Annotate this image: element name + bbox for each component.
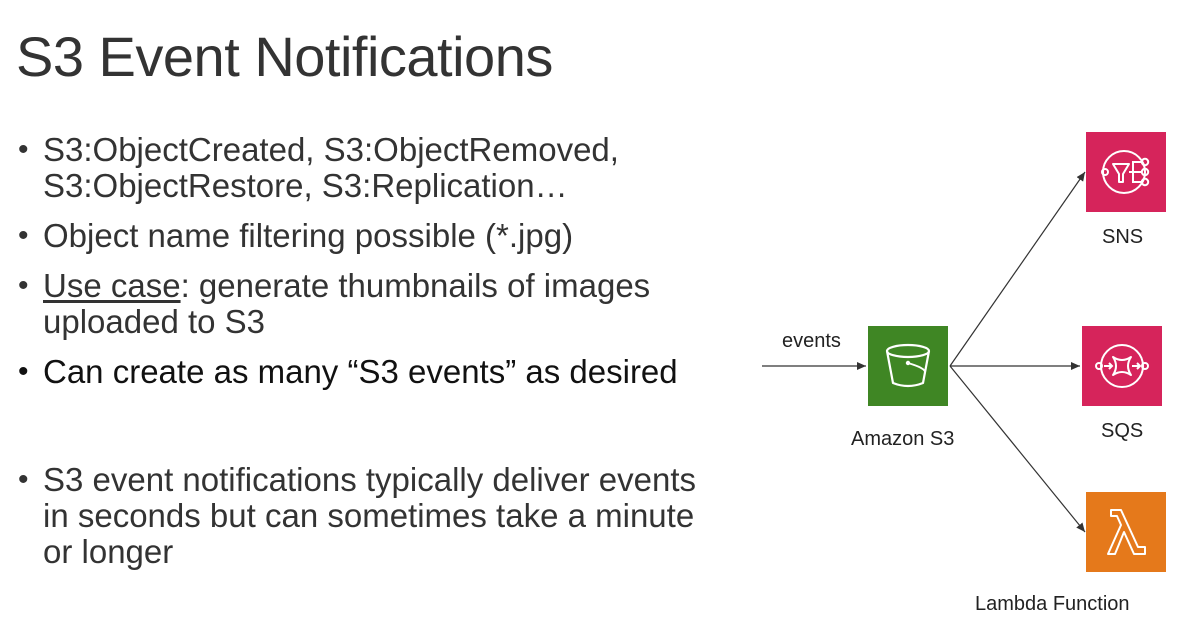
bullet-line: : generate thumbnails of images <box>180 267 651 304</box>
bullet-dot: • <box>18 355 29 388</box>
use-case-label: Use case <box>43 267 181 304</box>
bullet-use-case: • Use case: generate thumbnails of image… <box>18 268 748 340</box>
lambda-function-label: Lambda Function <box>975 593 1130 615</box>
events-label: events <box>782 330 841 352</box>
bullet-line: or longer <box>43 533 174 570</box>
sns-label: SNS <box>1102 226 1144 248</box>
bullet-dot: • <box>18 269 29 302</box>
bullet-text: Can create as many “S3 events” as desire… <box>43 353 678 390</box>
bullet-text: S3 event notifications typically deliver… <box>43 462 748 570</box>
icon-bg <box>1082 326 1162 406</box>
bullet-delivery-time: • S3 event notifications typically deliv… <box>18 462 748 570</box>
bullet-list: • S3:ObjectCreated, S3:ObjectRemoved, S3… <box>18 132 748 570</box>
bullet-event-types: • S3:ObjectCreated, S3:ObjectRemoved, S3… <box>18 132 748 204</box>
s3-bucket-icon <box>868 326 948 406</box>
icon-bg <box>1086 132 1166 212</box>
icon-bg <box>1086 492 1166 572</box>
bullet-dot: • <box>18 463 29 496</box>
bullet-line: S3:ObjectCreated, S3:ObjectRemoved, <box>43 131 619 168</box>
arrow-to-sns <box>949 171 1086 367</box>
amazon-s3-label: Amazon S3 <box>851 428 955 450</box>
sqs-label: SQS <box>1101 420 1144 442</box>
bullet-dot: • <box>18 133 29 166</box>
bullet-filtering: • Object name filtering possible (*.jpg) <box>18 218 748 254</box>
bullet-line: S3:ObjectRestore, S3:Replication… <box>43 167 568 204</box>
bullet-line: S3 event notifications typically deliver… <box>43 461 697 498</box>
bullet-line: in seconds but can sometimes take a minu… <box>43 497 695 534</box>
icon-bg <box>868 326 948 406</box>
bullet-text: S3:ObjectCreated, S3:ObjectRemoved, S3:O… <box>43 132 748 204</box>
bullet-line: uploaded to S3 <box>43 303 266 340</box>
lambda-icon <box>1086 492 1166 572</box>
bullet-text: Use case: generate thumbnails of images … <box>43 268 748 340</box>
sqs-icon <box>1082 326 1162 406</box>
arrow-to-lambda <box>949 365 1086 533</box>
slide-title: S3 Event Notifications <box>16 25 553 88</box>
sns-icon <box>1086 132 1166 212</box>
bullet-text: Object name filtering possible (*.jpg) <box>43 217 574 254</box>
bullet-many-events: • Can create as many “S3 events” as desi… <box>18 354 748 390</box>
bullet-dot: • <box>18 219 29 252</box>
